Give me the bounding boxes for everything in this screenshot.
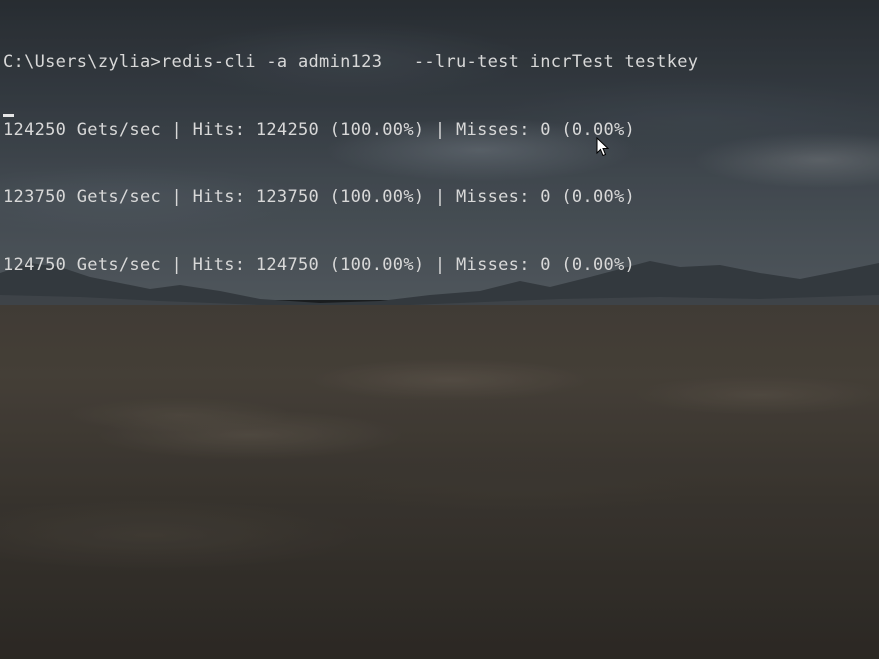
output-line: 124250 Gets/sec | Hits: 124250 (100.00%)… bbox=[3, 119, 636, 140]
mouse-pointer-icon bbox=[596, 137, 610, 157]
command-line: C:\Users\zylia>redis-cli -a admin123 --l… bbox=[3, 52, 699, 72]
console-window[interactable]: C:\Users\zylia>redis-cli -a admin123 --l… bbox=[0, 0, 879, 659]
output-line: 123750 Gets/sec | Hits: 123750 (100.00%)… bbox=[3, 187, 636, 207]
console-output[interactable]: C:\Users\zylia>redis-cli -a admin123 --l… bbox=[3, 6, 877, 321]
output-line: 124750 Gets/sec | Hits: 124750 (100.00%)… bbox=[3, 254, 636, 275]
text-cursor-icon bbox=[3, 114, 14, 117]
